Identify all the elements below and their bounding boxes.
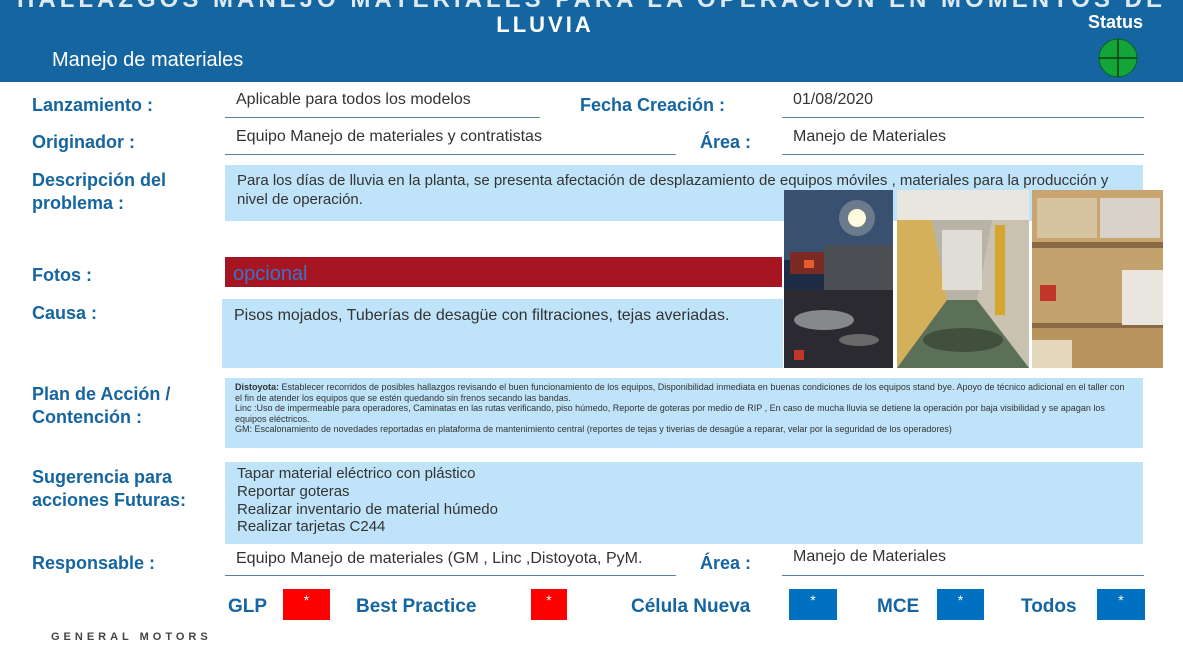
causa-label: Causa : bbox=[32, 303, 98, 323]
plan-distoyota: Establecer recorridos de posibles hallaz… bbox=[235, 382, 1125, 403]
causa-box: Pisos mojados, Tuberías de desagüe con f… bbox=[222, 299, 783, 368]
photo-wet-boxes bbox=[1032, 190, 1163, 368]
responsable-label: Responsable : bbox=[32, 553, 156, 573]
causa-value: Pisos mojados, Tuberías de desagüe con f… bbox=[234, 307, 730, 324]
area2-underline bbox=[782, 575, 1144, 576]
fotos-label: Fotos : bbox=[32, 265, 92, 285]
mce-checkbox[interactable]: * bbox=[937, 589, 984, 620]
originador-underline bbox=[225, 154, 676, 155]
plan-label: Plan de Acción / Contención : bbox=[32, 384, 171, 427]
general-motors-logo: GENERAL MOTORS bbox=[51, 631, 212, 643]
sugerencia-label: Sugerencia para acciones Futuras: bbox=[32, 467, 187, 510]
area2-value: Manejo de Materiales bbox=[793, 548, 946, 565]
status-label: Status bbox=[1088, 12, 1144, 32]
celula-nueva-label: Célula Nueva bbox=[631, 596, 751, 617]
fotos-bar: opcional bbox=[225, 257, 782, 287]
area-label: Área : bbox=[700, 132, 752, 152]
todos-label: Todos bbox=[1021, 596, 1077, 617]
sugerencia-box: Tapar material eléctrico con plástico Re… bbox=[225, 462, 1143, 544]
lanzamiento-value: Aplicable para todos los modelos bbox=[236, 91, 471, 108]
page-subtitle: Manejo de materiales bbox=[52, 49, 244, 71]
area-underline bbox=[782, 154, 1144, 155]
area2-label: Área : bbox=[700, 553, 752, 573]
glp-label: GLP bbox=[228, 596, 268, 617]
status-indicator-icon bbox=[1098, 38, 1138, 78]
todos-checkbox[interactable]: * bbox=[1097, 589, 1145, 620]
fecha-value: 01/08/2020 bbox=[793, 91, 874, 108]
list-item: Reportar goteras bbox=[237, 482, 350, 500]
glp-checkbox[interactable]: * bbox=[283, 589, 330, 620]
fotos-value: opcional bbox=[233, 263, 308, 285]
area-value: Manejo de Materiales bbox=[793, 128, 946, 145]
descripcion-label: Descripción del problema : bbox=[32, 170, 167, 213]
fecha-label: Fecha Creación : bbox=[580, 95, 726, 115]
best-practice-checkbox[interactable]: * bbox=[531, 589, 567, 620]
originador-value: Equipo Manejo de materiales y contratist… bbox=[236, 128, 542, 145]
plan-box: Distoyota: Establecer recorridos de posi… bbox=[225, 378, 1143, 448]
plan-gm: GM: Escalonamiento de novedades reportad… bbox=[235, 424, 952, 434]
fecha-underline bbox=[782, 117, 1144, 118]
lanzamiento-label: Lanzamiento : bbox=[32, 95, 154, 115]
best-practice-label: Best Practice bbox=[356, 596, 477, 617]
responsable-value: Equipo Manejo de materiales (GM , Linc ,… bbox=[236, 550, 643, 567]
page-title: LLUVIA bbox=[496, 12, 594, 37]
lanzamiento-underline bbox=[225, 117, 540, 118]
plan-distoyota-label: Distoyota: bbox=[235, 382, 280, 392]
list-item: Realizar tarjetas C244 bbox=[237, 518, 386, 536]
plan-text: Distoyota: Establecer recorridos de posi… bbox=[225, 378, 1143, 439]
plan-linc: Linc :Uso de impermeable para operadores… bbox=[235, 403, 1105, 424]
list-item: Realizar inventario de material húmedo bbox=[237, 500, 498, 518]
sugerencia-list: Tapar material eléctrico con plástico Re… bbox=[225, 462, 1143, 539]
celula-nueva-checkbox[interactable]: * bbox=[789, 589, 837, 620]
photo-wet-corridor bbox=[897, 190, 1029, 368]
responsable-underline bbox=[225, 575, 676, 576]
mce-label: MCE bbox=[877, 596, 920, 617]
list-item: Tapar material eléctrico con plástico bbox=[237, 465, 476, 482]
originador-label: Originador : bbox=[32, 132, 135, 152]
header-banner: HALLAZGOS MANEJO MATERIALES PARA LA OPER… bbox=[0, 0, 1183, 82]
photo-night-yard bbox=[784, 190, 893, 368]
